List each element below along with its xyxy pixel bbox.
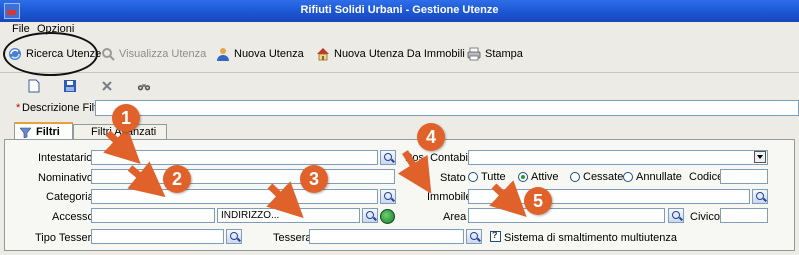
main-toolbar: Ricerca Utenze Visualizza Utenza Nuova U… — [0, 36, 799, 73]
civico-label: Civico — [690, 211, 720, 223]
intestatario-lookup-icon[interactable] — [380, 150, 396, 165]
indirizzo-field[interactable]: INDIRIZZO... — [217, 208, 360, 223]
callout-badge-5: 5 — [524, 187, 552, 215]
funnel-icon — [20, 127, 31, 138]
tab-filtri-label: Filtri — [36, 126, 60, 138]
highlight-oval — [3, 32, 98, 76]
stato-radio-tutte[interactable] — [468, 172, 478, 182]
title-bar: Rifiuti Solidi Urbani - Gestione Utenze — [0, 0, 799, 22]
nuova-utenza-immobili-label: Nuova Utenza Da Immobili — [334, 48, 465, 60]
area-label: Area — [443, 211, 467, 223]
stato-radio-attive[interactable] — [518, 172, 528, 182]
globe-icon[interactable] — [380, 209, 395, 224]
intestatario-label: Intestatario — [38, 152, 93, 164]
stato-cessate-label: Cessate — [583, 171, 624, 183]
tessera-field[interactable] — [309, 229, 464, 244]
binoculars-icon[interactable] — [137, 79, 151, 93]
checkbox-glyph: ? — [492, 230, 498, 240]
stato-radio-cessate[interactable] — [570, 172, 580, 182]
visualizza-utenza-button[interactable]: Visualizza Utenza — [101, 46, 206, 62]
printer-icon — [467, 47, 481, 61]
stato-label: Stato — [440, 172, 466, 184]
codice-field[interactable] — [720, 169, 768, 184]
accesso-field[interactable] — [91, 208, 215, 223]
nuova-utenza-immobili-button[interactable]: Nuova Utenza Da Immobili — [316, 46, 465, 62]
codice-label: Codice — [689, 171, 724, 183]
nuova-utenza-button[interactable]: Nuova Utenza — [216, 46, 304, 62]
descrizione-field[interactable] — [95, 100, 799, 116]
area-lookup-icon[interactable] — [668, 208, 684, 223]
filter-toolbar — [0, 74, 799, 98]
menu-file[interactable]: File — [12, 23, 30, 35]
tipo-tessera-lookup-icon[interactable] — [226, 229, 242, 244]
stato-annullate-label: Annullate — [636, 171, 682, 183]
civico-field[interactable] — [720, 208, 768, 223]
pos-contabile-label: Pos. Contabile — [405, 152, 477, 164]
tab-filtri[interactable]: Filtri — [14, 122, 73, 140]
stampa-button[interactable]: Stampa — [467, 46, 523, 62]
sistema-label: Sistema di smaltimento multiutenza — [504, 232, 678, 244]
callout-badge-3: 3 — [300, 165, 328, 193]
nominativo-label: Nominativo — [38, 172, 94, 184]
callout-badge-2: 2 — [163, 165, 191, 193]
window-title: Rifiuti Solidi Urbani - Gestione Utenze — [300, 4, 499, 16]
callout-badge-4: 4 — [417, 123, 445, 151]
intestatario-field[interactable] — [91, 150, 378, 165]
save-icon[interactable] — [63, 79, 77, 93]
categoria-field[interactable] — [91, 189, 378, 204]
pos-contabile-select[interactable] — [468, 150, 768, 165]
tipo-tessera-field[interactable] — [91, 229, 224, 244]
stampa-label: Stampa — [485, 48, 523, 60]
new-document-icon[interactable] — [27, 79, 41, 93]
stato-tutte-label: Tutte — [481, 171, 506, 183]
tessera-label: Tessera — [273, 232, 312, 244]
stato-radio-annullate[interactable] — [623, 172, 633, 182]
tipo-tessera-label: Tipo Tessera — [35, 232, 98, 244]
magnifier-icon — [102, 48, 115, 61]
area-field[interactable] — [468, 208, 665, 223]
nuova-utenza-label: Nuova Utenza — [234, 48, 304, 60]
nominativo-field[interactable] — [91, 169, 395, 184]
chevron-down-icon[interactable] — [754, 151, 766, 163]
immobile-label: Immobile — [427, 191, 472, 203]
visualizza-utenza-label: Visualizza Utenza — [119, 48, 207, 60]
categoria-lookup-icon[interactable] — [380, 189, 396, 204]
immobile-lookup-icon[interactable] — [752, 189, 768, 204]
user-icon — [217, 48, 229, 61]
tessera-lookup-icon[interactable] — [466, 229, 482, 244]
required-mark: * — [16, 102, 21, 114]
menu-bar: File Opzioni — [0, 22, 799, 36]
house-icon — [317, 48, 329, 61]
indirizzo-lookup-icon[interactable] — [362, 208, 378, 223]
categoria-label: Categoria — [46, 191, 94, 203]
callout-badge-1: 1 — [112, 104, 140, 132]
accesso-label: Accesso — [52, 211, 94, 223]
immobile-field[interactable] — [468, 189, 750, 204]
stato-attive-label: Attive — [531, 171, 559, 183]
delete-icon[interactable] — [100, 79, 114, 93]
